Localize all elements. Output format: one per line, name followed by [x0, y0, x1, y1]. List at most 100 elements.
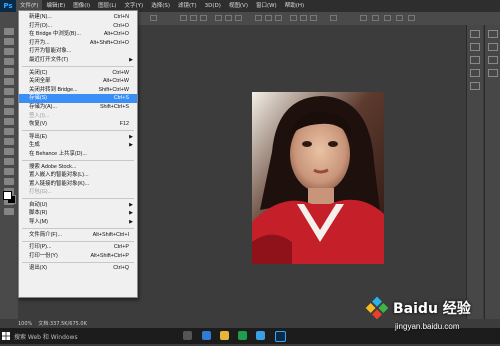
eraser-tool-icon[interactable] — [4, 128, 14, 135]
character-panel-icon[interactable] — [470, 82, 480, 90]
history-panel-icon[interactable] — [470, 30, 480, 38]
lasso-tool-icon[interactable] — [4, 48, 14, 55]
crop-tool-icon[interactable] — [4, 68, 14, 75]
align-bottom-icon[interactable] — [200, 15, 207, 21]
menu-item-print[interactable]: 打印(P)... Ctrl+P — [19, 243, 137, 252]
baidu-watermark: Baidu 经验 jingyan.baidu.com — [355, 286, 500, 344]
menu-item-exit[interactable]: 退出(X) Ctrl+Q — [19, 264, 137, 273]
taskbar-search[interactable]: 搜索 Web 和 Windows — [14, 328, 78, 344]
panel-strip-1 — [466, 25, 483, 319]
photoshop-taskbar-icon[interactable] — [275, 331, 286, 342]
transform-icon[interactable] — [150, 15, 157, 21]
media-icon[interactable] — [256, 331, 265, 340]
menu-item-open[interactable]: 打开(O)... Ctrl+O — [19, 22, 137, 31]
menu-item-close-all[interactable]: 关闭全部 Alt+Ctrl+W — [19, 77, 137, 86]
pen-tool-icon[interactable] — [4, 168, 14, 175]
menu-3d[interactable]: 3D(D) — [201, 0, 225, 12]
menu-window[interactable]: 窗口(W) — [252, 0, 281, 12]
menu-item-print-one[interactable]: 打印一份(Y) Alt+Shift+Ctrl+P — [19, 252, 137, 261]
zoom-tool-icon[interactable] — [4, 208, 14, 215]
submenu-arrow-icon: ▶ — [129, 133, 133, 140]
distribute-left-icon[interactable] — [290, 15, 297, 21]
menu-item-revert[interactable]: 恢复(V) F12 — [19, 120, 137, 129]
auto-align-icon[interactable] — [330, 15, 337, 21]
layers-panel-icon[interactable] — [488, 30, 498, 38]
3d-mode-icon[interactable] — [360, 15, 367, 21]
toolbox — [0, 25, 19, 319]
menu-help[interactable]: 帮助(H) — [281, 0, 308, 12]
file-explorer-icon[interactable] — [220, 331, 229, 340]
3d-slide-icon[interactable] — [396, 15, 403, 21]
store-icon[interactable] — [238, 331, 247, 340]
menu-separator — [22, 66, 134, 68]
healing-brush-tool-icon[interactable] — [4, 88, 14, 95]
task-view-icon[interactable] — [183, 331, 192, 340]
align-right-icon[interactable] — [235, 15, 242, 21]
menu-view[interactable]: 视图(V) — [225, 0, 252, 12]
align-top-icon[interactable] — [180, 15, 187, 21]
distribute-center-icon[interactable] — [300, 15, 307, 21]
menu-separator — [22, 160, 134, 161]
menu-separator — [22, 261, 134, 263]
watermark-url: jingyan.baidu.com — [395, 322, 460, 331]
menu-item-automate[interactable]: 自动(U) ▶ — [19, 201, 137, 210]
brush-tool-icon[interactable] — [4, 98, 14, 105]
zoom-level[interactable]: 100% — [18, 321, 32, 327]
gradient-tool-icon[interactable] — [4, 138, 14, 145]
type-tool-icon[interactable] — [4, 178, 14, 185]
styles-panel-icon[interactable] — [488, 69, 498, 77]
3d-scale-icon[interactable] — [408, 15, 415, 21]
history-brush-tool-icon[interactable] — [4, 118, 14, 125]
menu-separator — [22, 130, 134, 132]
adjustments-panel-icon[interactable] — [470, 56, 480, 64]
menu-item-place-embedded[interactable]: 置入嵌入的智能对象(L)... — [19, 171, 137, 180]
ps-logo: Ps — [0, 0, 16, 12]
swatches-panel-icon[interactable] — [470, 69, 480, 77]
paths-panel-icon[interactable] — [488, 56, 498, 64]
menu-item-recent-files[interactable]: 最近打开文件(T) ▶ — [19, 56, 137, 65]
distribute-middle-icon[interactable] — [265, 15, 272, 21]
menu-item-save-as[interactable]: 存储为(A)... Shift+Ctrl+S — [19, 103, 137, 112]
blur-tool-icon[interactable] — [4, 148, 14, 155]
marquee-tool-icon[interactable] — [4, 38, 14, 45]
3d-rotate-icon[interactable] — [372, 15, 379, 21]
properties-panel-icon[interactable] — [470, 43, 480, 51]
menu-select[interactable]: 选择(S) — [147, 0, 174, 12]
menu-item-place-linked[interactable]: 置入链接的智能对象(K)... — [19, 180, 137, 189]
submenu-arrow-icon: ▶ — [129, 219, 133, 226]
menu-item-export[interactable]: 导出(E) ▶ — [19, 133, 137, 142]
menu-item-file-info[interactable]: 文件简介(F)... Alt+Shift+Ctrl+I — [19, 231, 137, 240]
align-center-icon[interactable] — [225, 15, 232, 21]
align-middle-icon[interactable] — [190, 15, 197, 21]
quick-select-tool-icon[interactable] — [4, 58, 14, 65]
menu-filter[interactable]: 滤镜(T) — [174, 0, 201, 12]
menu-item-save[interactable]: 存储(S) Ctrl+S — [19, 94, 137, 103]
distribute-bottom-icon[interactable] — [275, 15, 282, 21]
menu-item-close-go-bridge[interactable]: 关闭并转到 Bridge... Shift+Ctrl+W — [19, 86, 137, 95]
distribute-right-icon[interactable] — [310, 15, 317, 21]
move-tool-icon[interactable] — [4, 28, 14, 35]
document-photo[interactable] — [252, 92, 384, 264]
menu-item-open-as[interactable]: 打开为... Alt+Shift+Ctrl+O — [19, 39, 137, 48]
dodge-tool-icon[interactable] — [4, 158, 14, 165]
menu-item-behance[interactable]: 在 Behance 上共享(D)... — [19, 150, 137, 159]
menu-item-import[interactable]: 导入(M) ▶ — [19, 218, 137, 227]
3d-pan-icon[interactable] — [384, 15, 391, 21]
channels-panel-icon[interactable] — [488, 43, 498, 51]
windows-start-icon[interactable] — [2, 332, 10, 340]
menu-item-check-in: 签入(I)... — [29, 112, 50, 119]
menu-item-close[interactable]: 关闭(C) Ctrl+W — [19, 69, 137, 78]
edge-browser-icon[interactable] — [202, 331, 211, 340]
menu-item-scripts[interactable]: 脚本(R) ▶ — [19, 209, 137, 218]
menu-item-browse-bridge[interactable]: 在 Bridge 中浏览(B)... Alt+Ctrl+O — [19, 30, 137, 39]
eyedropper-tool-icon[interactable] — [4, 78, 14, 85]
menu-item-search-stock[interactable]: 搜索 Adobe Stock... — [19, 163, 137, 172]
align-left-icon[interactable] — [215, 15, 222, 21]
stamp-tool-icon[interactable] — [4, 108, 14, 115]
menu-item-new[interactable]: 新建(N)... Ctrl+N — [19, 13, 137, 22]
foreground-color-swatch[interactable] — [3, 191, 12, 200]
distribute-top-icon[interactable] — [255, 15, 262, 21]
menu-item-generate[interactable]: 生成 ▶ — [19, 141, 137, 150]
menu-separator — [22, 198, 134, 200]
menu-item-open-smart-object[interactable]: 打开为智能对象... — [19, 47, 137, 56]
